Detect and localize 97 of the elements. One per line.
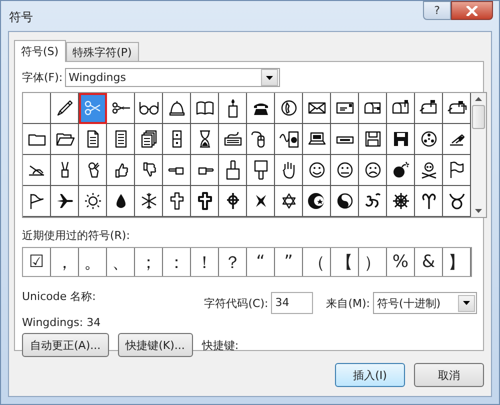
- window-title: 符号: [9, 9, 33, 26]
- symbol-cell[interactable]: [23, 93, 51, 124]
- taurus-sign-icon: [446, 191, 466, 211]
- symbol-cell[interactable]: [247, 124, 275, 155]
- symbol-cell[interactable]: [191, 93, 219, 124]
- tab[interactable]: 符号(S): [14, 40, 66, 62]
- close-icon: [466, 6, 478, 16]
- symbol-cell[interactable]: [163, 124, 191, 155]
- symbol-cell[interactable]: [247, 186, 275, 217]
- symbol-cell[interactable]: [415, 124, 443, 155]
- symbol-cell[interactable]: [79, 155, 107, 186]
- neutral-face-icon: [334, 160, 354, 180]
- symbol-cell[interactable]: [275, 186, 303, 217]
- scrollbar[interactable]: [471, 93, 486, 217]
- dialog-button[interactable]: 插入(I): [335, 363, 405, 387]
- symbol-cell[interactable]: [79, 93, 107, 124]
- symbol-cell[interactable]: [359, 93, 387, 124]
- from-label: 来自(M):: [326, 296, 370, 310]
- symbol-cell[interactable]: [219, 93, 247, 124]
- scroll-down-icon: [475, 209, 482, 213]
- symbol-cell[interactable]: [415, 93, 443, 124]
- symbol-cell[interactable]: [191, 186, 219, 217]
- symbol-cell[interactable]: [107, 124, 135, 155]
- sun-icon: [82, 191, 102, 211]
- symbol-cell[interactable]: [387, 186, 415, 217]
- scrollbar-thumb[interactable]: [472, 105, 485, 129]
- symbol-cell[interactable]: [79, 186, 107, 217]
- symbol-cell[interactable]: [163, 93, 191, 124]
- yin-yang-icon: [334, 191, 354, 211]
- tab[interactable]: 特殊字符(P): [66, 42, 139, 61]
- symbol-cell[interactable]: [275, 93, 303, 124]
- scroll-up-icon: [475, 97, 482, 101]
- dialog-button[interactable]: 取消: [414, 363, 484, 387]
- symbol-cell[interactable]: [135, 155, 163, 186]
- smiley-face-icon: [306, 160, 326, 180]
- symbol-cell[interactable]: [163, 186, 191, 217]
- dialog-button[interactable]: 自动更正(A)...: [22, 333, 109, 357]
- symbol-cell[interactable]: [359, 155, 387, 186]
- symbol-cell[interactable]: [359, 124, 387, 155]
- symbol-cell[interactable]: [303, 93, 331, 124]
- symbol-cell[interactable]: [303, 124, 331, 155]
- symbol-cell[interactable]: [331, 186, 359, 217]
- symbol-cell[interactable]: [247, 93, 275, 124]
- documents-icon: [138, 129, 158, 149]
- symbol-cell[interactable]: [275, 155, 303, 186]
- scissors-icon: [82, 98, 102, 118]
- pencil-icon: [54, 98, 74, 118]
- symbol-cell[interactable]: [275, 124, 303, 155]
- recent-symbols-label: 近期使用过的符号(R):: [22, 228, 131, 243]
- sad-face-icon: [362, 160, 382, 180]
- bomb-icon: [390, 160, 410, 180]
- symbol-cell[interactable]: [387, 93, 415, 124]
- from-dropdown[interactable]: 符号(十进制): [373, 292, 477, 314]
- char-code-label: 字符代码(C):: [204, 296, 268, 310]
- symbol-cell[interactable]: [303, 186, 331, 217]
- symbol-cell[interactable]: [219, 124, 247, 155]
- help-button[interactable]: ?: [423, 1, 451, 20]
- symbol-cell[interactable]: [23, 186, 51, 217]
- symbol-cell[interactable]: [247, 155, 275, 186]
- symbol-cell[interactable]: [107, 93, 135, 124]
- symbol-cell[interactable]: [135, 93, 163, 124]
- symbol-cell[interactable]: [163, 155, 191, 186]
- tape-reel-icon: [418, 129, 438, 149]
- char-code-field[interactable]: 34: [271, 292, 314, 314]
- symbol-cell[interactable]: [359, 186, 387, 217]
- symbol-cell[interactable]: [107, 186, 135, 217]
- wheel-icon: [390, 191, 410, 211]
- symbol-cell[interactable]: [219, 155, 247, 186]
- symbol-cell[interactable]: [23, 155, 51, 186]
- symbol-cell[interactable]: [51, 186, 79, 217]
- symbol-cell[interactable]: [23, 124, 51, 155]
- symbol-cell[interactable]: [331, 155, 359, 186]
- symbol-cell[interactable]: [303, 155, 331, 186]
- symbol-cell[interactable]: [107, 155, 135, 186]
- symbol-cell[interactable]: [415, 186, 443, 217]
- symbol-cell[interactable]: [135, 186, 163, 217]
- font-label: 字体(F):: [22, 70, 63, 85]
- unicode-name-value: Wingdings: 34: [22, 316, 101, 329]
- crescent-star-icon: [306, 191, 326, 211]
- close-button[interactable]: [451, 1, 493, 20]
- dialog-button[interactable]: 快捷键(K)...: [118, 333, 193, 357]
- bell-icon: [166, 98, 186, 118]
- symbol-cell[interactable]: [331, 93, 359, 124]
- symbol-cell[interactable]: [415, 155, 443, 186]
- symbol-cell[interactable]: [387, 155, 415, 186]
- symbol-cell[interactable]: [387, 124, 415, 155]
- symbol-cell[interactable]: [51, 124, 79, 155]
- symbol-cell[interactable]: [191, 155, 219, 186]
- symbol-cell[interactable]: [191, 124, 219, 155]
- symbol-cell[interactable]: [79, 124, 107, 155]
- font-dropdown[interactable]: Wingdings: [64, 68, 280, 87]
- unicode-name-label: Unicode 名称:: [22, 289, 97, 304]
- symbol-cell[interactable]: [135, 124, 163, 155]
- shortcut-label: 快捷键:: [202, 338, 239, 352]
- symbol-cell[interactable]: [331, 124, 359, 155]
- symbol-cell[interactable]: [219, 186, 247, 217]
- symbol-cell[interactable]: [51, 155, 79, 186]
